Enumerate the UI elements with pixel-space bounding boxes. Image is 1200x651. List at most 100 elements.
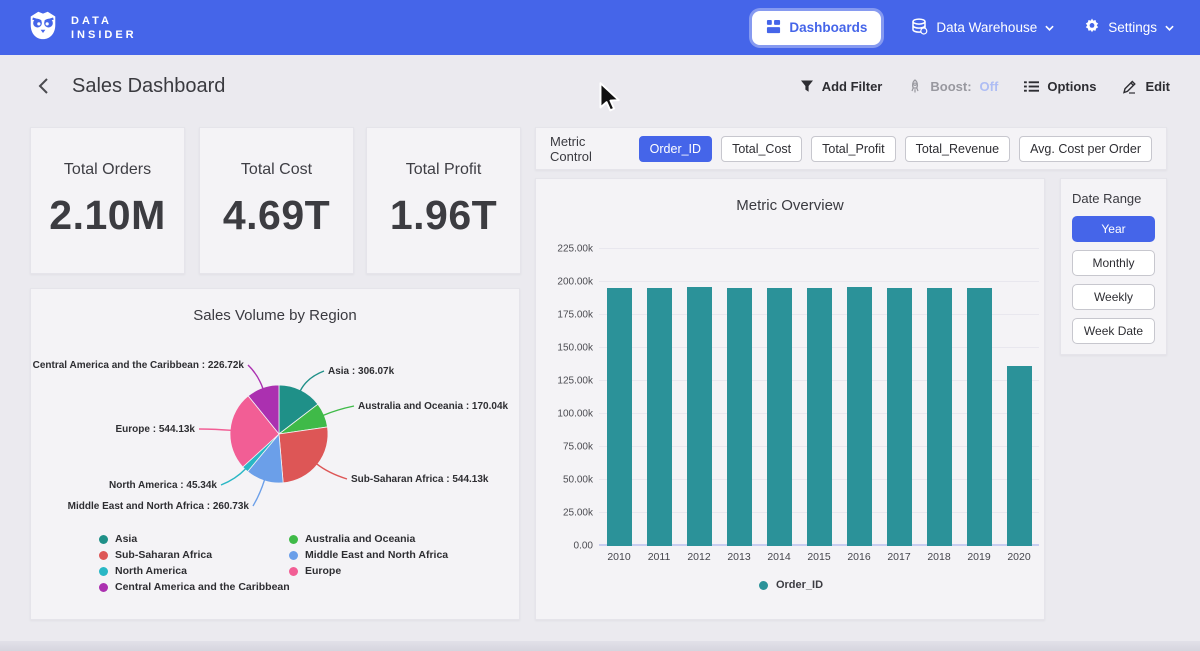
legend-item-australia-and-oceania[interactable]: Australia and Oceania bbox=[289, 533, 415, 545]
legend-dot bbox=[99, 535, 108, 544]
legend-item-north-america[interactable]: North America bbox=[99, 565, 187, 577]
legend-item-central-america-and-the-caribbean[interactable]: Central America and the Caribbean bbox=[99, 581, 290, 593]
y-axis-tick: 75.00k bbox=[563, 442, 593, 453]
metric-buttons-group: Order_ID Total_Cost Total_Profit Total_Reve… bbox=[639, 136, 1152, 162]
add-filter-label: Add Filter bbox=[822, 79, 883, 94]
date-range-label: Date Range bbox=[1072, 191, 1155, 206]
pie-label-europe: Europe : 544.13k bbox=[116, 424, 196, 435]
owl-logo-icon bbox=[26, 8, 60, 47]
metric-button-total-cost[interactable]: Total_Cost bbox=[721, 136, 802, 162]
brand-name: DATA INSIDER bbox=[71, 14, 137, 42]
bar-slot bbox=[639, 249, 679, 546]
date-range-button-weekly[interactable]: Weekly bbox=[1072, 284, 1155, 310]
bar-slot bbox=[799, 249, 839, 546]
dashboards-button[interactable]: Dashboards bbox=[752, 11, 881, 45]
app-screen: DATA INSIDER Dashboards bbox=[0, 0, 1200, 651]
date-range-button-year[interactable]: Year bbox=[1072, 216, 1155, 242]
y-axis-tick: 175.00k bbox=[557, 310, 593, 321]
legend-item-middle-east-and-north-africa[interactable]: Middle East and North Africa bbox=[289, 549, 448, 561]
sales-volume-card: Sales Volume by Region Asia : 306.07kAus… bbox=[30, 288, 520, 620]
bar-2010[interactable] bbox=[607, 288, 632, 546]
legend-dot bbox=[289, 551, 298, 560]
edit-button[interactable]: Edit bbox=[1122, 79, 1170, 94]
date-range-button-monthly[interactable]: Monthly bbox=[1072, 250, 1155, 276]
legend-dot bbox=[99, 567, 108, 576]
pie-label-north-america: North America : 45.34k bbox=[109, 480, 217, 491]
y-axis-tick: 25.00k bbox=[563, 508, 593, 519]
date-range-button-week-date[interactable]: Week Date bbox=[1072, 318, 1155, 344]
kpi-value: 1.96T bbox=[367, 192, 520, 239]
bar-2015[interactable] bbox=[807, 288, 832, 546]
pie-label-central-america-and-the-caribbean: Central America and the Caribbean : 226.… bbox=[33, 360, 245, 371]
kpi-card-total-profit: Total Profit 1.96T bbox=[366, 127, 521, 274]
legend-item-asia[interactable]: Asia bbox=[99, 533, 137, 545]
bar-2012[interactable] bbox=[687, 287, 712, 547]
bar-legend-item[interactable]: Order_ID bbox=[536, 579, 1046, 591]
bar-2020[interactable] bbox=[1007, 366, 1032, 546]
chevron-down-icon bbox=[1045, 25, 1054, 31]
bar-slot bbox=[839, 249, 879, 546]
brand-logo[interactable]: DATA INSIDER bbox=[26, 8, 137, 47]
bar-2019[interactable] bbox=[967, 288, 992, 546]
back-button[interactable] bbox=[30, 73, 56, 99]
dashboards-label: Dashboards bbox=[789, 20, 867, 35]
bar-slot bbox=[999, 249, 1039, 546]
data-warehouse-menu[interactable]: Data Warehouse bbox=[911, 18, 1054, 38]
kpi-label: Total Orders bbox=[31, 161, 184, 179]
bar-2011[interactable] bbox=[647, 288, 672, 546]
dashboards-grid-icon bbox=[766, 19, 781, 37]
bar-2017[interactable] bbox=[887, 288, 912, 546]
options-label: Options bbox=[1047, 79, 1096, 94]
y-axis-tick: 200.00k bbox=[557, 277, 593, 288]
kpi-label: Total Profit bbox=[367, 161, 520, 179]
legend-label: Asia bbox=[115, 533, 137, 545]
add-filter-button[interactable]: Add Filter bbox=[800, 79, 883, 94]
legend-dot bbox=[99, 551, 108, 560]
pie-leader-line bbox=[221, 469, 246, 485]
x-axis-tick: 2011 bbox=[639, 551, 679, 563]
x-axis-tick: 2010 bbox=[599, 551, 639, 563]
pie-slice-sub-saharan-africa[interactable] bbox=[279, 427, 328, 483]
kpi-value: 4.69T bbox=[200, 192, 353, 239]
bar-2016[interactable] bbox=[847, 287, 872, 546]
navbar-actions: Dashboards Data Warehouse bbox=[752, 11, 1174, 45]
bar-legend-label: Order_ID bbox=[776, 579, 823, 591]
kpi-value: 2.10M bbox=[31, 192, 184, 239]
bar-2014[interactable] bbox=[767, 288, 792, 546]
bar-slot bbox=[959, 249, 999, 546]
bar-2018[interactable] bbox=[927, 288, 952, 546]
x-axis-tick: 2019 bbox=[959, 551, 999, 563]
bar-chart-title: Metric Overview bbox=[536, 179, 1044, 214]
legend-item-sub-saharan-africa[interactable]: Sub-Saharan Africa bbox=[99, 549, 212, 561]
y-axis-tick: 100.00k bbox=[557, 409, 593, 420]
metric-overview-card: Metric Overview 0.0025.00k50.00k75.00k10… bbox=[535, 178, 1045, 620]
bar-slot bbox=[919, 249, 959, 546]
y-axis-tick: 0.00 bbox=[574, 541, 593, 552]
bar-slot bbox=[599, 249, 639, 546]
metric-button-total-profit[interactable]: Total_Profit bbox=[811, 136, 896, 162]
metric-control-strip: Metric Control Order_IDTotal_CostTotal_P… bbox=[535, 127, 1167, 170]
filter-funnel-icon bbox=[800, 79, 814, 93]
legend-label: Central America and the Caribbean bbox=[115, 581, 290, 593]
list-options-icon bbox=[1024, 80, 1039, 93]
bar-2013[interactable] bbox=[727, 288, 752, 546]
bottom-strip bbox=[0, 641, 1200, 651]
bar-slot bbox=[759, 249, 799, 546]
options-button[interactable]: Options bbox=[1024, 79, 1096, 94]
metric-button-avg-cost-per-order[interactable]: Avg. Cost per Order bbox=[1019, 136, 1152, 162]
metric-button-total-revenue[interactable]: Total_Revenue bbox=[905, 136, 1010, 162]
legend-label: Europe bbox=[305, 565, 341, 577]
kpi-card-total-orders: Total Orders 2.10M bbox=[30, 127, 185, 274]
boost-toggle[interactable]: Boost: Off bbox=[908, 79, 998, 94]
x-axis-tick: 2012 bbox=[679, 551, 719, 563]
pie-label-australia-and-oceania: Australia and Oceania : 170.04k bbox=[358, 401, 509, 412]
database-icon bbox=[911, 18, 928, 38]
legend-item-europe[interactable]: Europe bbox=[289, 565, 341, 577]
bar-slot bbox=[719, 249, 759, 546]
pencil-icon bbox=[1122, 79, 1137, 94]
legend-dot bbox=[99, 583, 108, 592]
rocket-icon bbox=[908, 79, 922, 94]
settings-menu[interactable]: Settings bbox=[1084, 18, 1174, 37]
date-range-options: Year Monthly Weekly Week Date bbox=[1072, 216, 1155, 344]
metric-button-order-id[interactable]: Order_ID bbox=[639, 136, 712, 162]
